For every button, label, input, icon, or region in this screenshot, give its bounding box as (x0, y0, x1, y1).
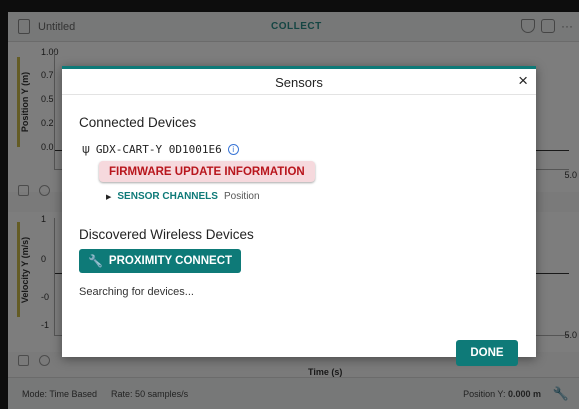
wrench-icon: 🔧 (87, 254, 103, 268)
device-name: GDX-CART-Y 0D1001E6 (95, 142, 222, 156)
expand-triangle-icon: ▶ (106, 193, 112, 201)
sensors-dialog: Sensors × Connected Devices ψ GDX-CART-Y… (62, 66, 536, 366)
done-button[interactable]: DONE (456, 340, 518, 366)
sensor-channels-label: SENSOR CHANNELS (117, 191, 218, 202)
connected-devices-heading: Connected Devices (79, 115, 197, 130)
dialog-title: Sensors (275, 75, 323, 90)
sensor-channels-toggle[interactable]: ▶ SENSOR CHANNELS Position (106, 191, 260, 202)
proximity-connect-button[interactable]: 🔧 PROXIMITY CONNECT (79, 249, 241, 273)
firmware-update-button[interactable]: FIRMWARE UPDATE INFORMATION (99, 161, 315, 182)
close-icon[interactable]: × (518, 72, 528, 90)
proximity-connect-label: PROXIMITY CONNECT (108, 255, 233, 267)
searching-status: Searching for devices... (79, 286, 194, 298)
info-icon[interactable]: i (227, 143, 239, 155)
sensor-channels-value: Position (223, 191, 260, 202)
device-row: ψ GDX-CART-Y 0D1001E6 i (82, 142, 239, 156)
discovered-devices-heading: Discovered Wireless Devices (79, 227, 254, 242)
usb-icon: ψ (82, 142, 90, 156)
dialog-header: Sensors × (62, 69, 536, 95)
